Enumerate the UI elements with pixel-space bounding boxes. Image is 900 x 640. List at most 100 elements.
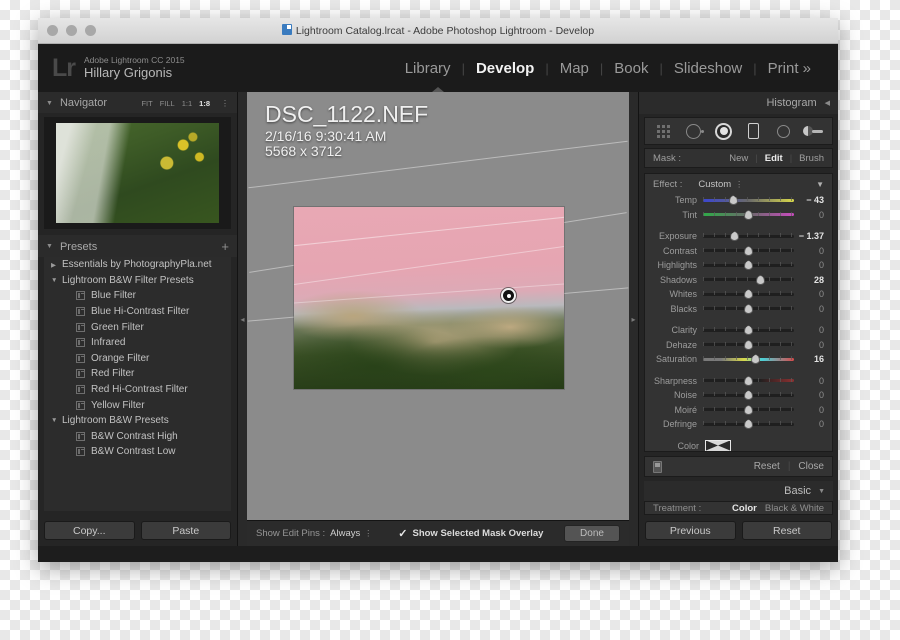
slider-value[interactable]: 16 [794, 354, 824, 364]
right-panel-collapse-handle[interactable]: ▸ [629, 92, 638, 546]
zoom-1-1[interactable]: 1:1 [182, 99, 192, 108]
copy-button[interactable]: Copy... [44, 521, 135, 540]
preset-item[interactable]: Blue Filter [44, 288, 231, 304]
paste-button[interactable]: Paste [140, 521, 231, 540]
radial-filter-edit-pin[interactable] [501, 288, 516, 303]
slider-value[interactable]: 0 [794, 210, 824, 220]
preset-group[interactable]: ▼ Lightroom B&W Filter Presets [44, 273, 231, 289]
slider-row[interactable]: Exposure − 1.37 [653, 229, 824, 244]
mask-brush-option[interactable]: Brush [799, 153, 824, 164]
brush-size-tool-icon[interactable] [802, 121, 824, 141]
slider-track[interactable] [703, 375, 794, 386]
basic-panel-header[interactable]: Basic ▼ [644, 481, 833, 501]
done-button[interactable]: Done [564, 525, 620, 542]
reset-button[interactable]: Reset [741, 521, 832, 540]
slider-track[interactable] [703, 209, 794, 220]
presets-header[interactable]: ▼ Presets + [38, 235, 237, 257]
zoom-stepper-icon[interactable]: ⋮ [221, 99, 229, 108]
edit-pins-stepper-icon[interactable]: ⋮ [364, 529, 372, 538]
effect-stepper-icon[interactable]: ⋮ [735, 180, 743, 189]
slider-row[interactable]: Sharpness 0 [653, 374, 824, 389]
chevron-right-icon[interactable]: ▶ [51, 261, 56, 269]
preset-item[interactable]: Blue Hi-Contrast Filter [44, 304, 231, 320]
preset-item[interactable]: Yellow Filter [44, 397, 231, 413]
module-library[interactable]: Library [394, 60, 462, 77]
slider-value[interactable]: 0 [794, 246, 824, 256]
preset-item[interactable]: Orange Filter [44, 351, 231, 367]
histogram-header[interactable]: Histogram ◀ [639, 92, 838, 114]
edit-pins-value[interactable]: Always [330, 528, 360, 539]
slider-track[interactable] [703, 404, 794, 415]
panel-close-button[interactable]: Close [798, 461, 824, 472]
image-stage[interactable]: DSC_1122.NEF 2/16/16 9:30:41 AM 5568 x 3… [247, 92, 629, 520]
slider-row[interactable]: Highlights 0 [653, 258, 824, 273]
slider-row[interactable]: Tint 0 [653, 208, 824, 223]
color-swatch[interactable] [705, 439, 731, 451]
radial-filter-tool-icon[interactable] [713, 121, 735, 141]
slider-value[interactable]: 0 [794, 289, 824, 299]
slider-row[interactable]: Moiré 0 [653, 403, 824, 418]
slider-value[interactable]: 28 [794, 275, 824, 285]
slider-track[interactable] [703, 390, 794, 401]
slider-track[interactable] [703, 419, 794, 430]
slider-track[interactable] [703, 274, 794, 285]
module-slideshow[interactable]: Slideshow [663, 60, 753, 77]
left-panel-collapse-handle[interactable]: ◂ [238, 92, 247, 546]
slider-value[interactable]: 0 [794, 325, 824, 335]
slider-row[interactable]: Blacks 0 [653, 302, 824, 317]
treatment-color-option[interactable]: Color [732, 503, 757, 514]
slider-value[interactable]: 0 [794, 376, 824, 386]
preset-item[interactable]: Red Hi-Contrast Filter [44, 382, 231, 398]
crop-overlay-tool-icon[interactable] [653, 121, 675, 141]
navigator-preview[interactable] [44, 117, 231, 229]
effect-row[interactable]: Effect : Custom ⋮ ▼ [653, 179, 824, 190]
zoom-fill[interactable]: FILL [160, 99, 175, 108]
effect-toggle-switch-icon[interactable] [653, 460, 662, 473]
presets-list[interactable]: ▶ Essentials by PhotographyPla.net ▼ Lightr… [44, 257, 231, 511]
slider-track[interactable] [703, 339, 794, 350]
module-develop[interactable]: Develop [465, 60, 545, 77]
chevron-left-icon[interactable]: ◀ [825, 99, 830, 107]
slider-track[interactable] [703, 303, 794, 314]
previous-button[interactable]: Previous [645, 521, 736, 540]
zoom-fit[interactable]: FIT [141, 99, 152, 108]
preset-group[interactable]: ▶ Essentials by PhotographyPla.net [44, 257, 231, 273]
graduated-filter-tool-icon[interactable] [742, 121, 764, 141]
chevron-down-icon[interactable]: ▼ [51, 417, 57, 424]
preset-item[interactable]: Red Filter [44, 366, 231, 382]
mask-new-option[interactable]: New [729, 153, 748, 164]
treatment-bw-option[interactable]: Black & White [765, 503, 824, 514]
slider-value[interactable]: 0 [794, 390, 824, 400]
slider-row[interactable]: Contrast 0 [653, 244, 824, 259]
slider-value[interactable]: − 1.37 [794, 231, 824, 241]
slider-value[interactable]: 0 [794, 405, 824, 415]
slider-track[interactable] [703, 289, 794, 300]
preset-item[interactable]: Infrared [44, 335, 231, 351]
slider-value[interactable]: − 43 [794, 195, 824, 205]
navigator-header[interactable]: ▼ Navigator FIT FILL 1:1 1:8 ⋮ [38, 92, 237, 113]
preset-item[interactable]: B&W Contrast Low [44, 444, 231, 460]
slider-row[interactable]: Saturation 16 [653, 352, 824, 367]
slider-track[interactable] [703, 231, 794, 242]
preset-item[interactable]: B&W Contrast High [44, 429, 231, 445]
panel-reset-button[interactable]: Reset [754, 461, 780, 472]
chevron-down-icon[interactable]: ▼ [818, 488, 825, 495]
adjustment-brush-tool-icon[interactable] [772, 121, 794, 141]
preset-group[interactable]: ▼ Lightroom B&W Presets [44, 413, 231, 429]
slider-value[interactable]: 0 [794, 419, 824, 429]
slider-row[interactable]: Dehaze 0 [653, 338, 824, 353]
slider-track[interactable] [703, 245, 794, 256]
spot-removal-tool-icon[interactable] [683, 121, 705, 141]
slider-track[interactable] [703, 195, 794, 206]
mask-edit-option[interactable]: Edit [765, 153, 783, 164]
slider-row[interactable]: Defringe 0 [653, 417, 824, 432]
module-map[interactable]: Map [549, 60, 600, 77]
slider-row[interactable]: Clarity 0 [653, 323, 824, 338]
slider-track[interactable] [703, 325, 794, 336]
navigator-zoom-options[interactable]: FIT FILL 1:1 1:8 ⋮ [141, 99, 229, 108]
slider-row[interactable]: Shadows 28 [653, 273, 824, 288]
effect-value[interactable]: Custom [698, 179, 731, 190]
preset-item[interactable]: Green Filter [44, 319, 231, 335]
slider-row[interactable]: Noise 0 [653, 388, 824, 403]
slider-row[interactable]: Whites 0 [653, 287, 824, 302]
